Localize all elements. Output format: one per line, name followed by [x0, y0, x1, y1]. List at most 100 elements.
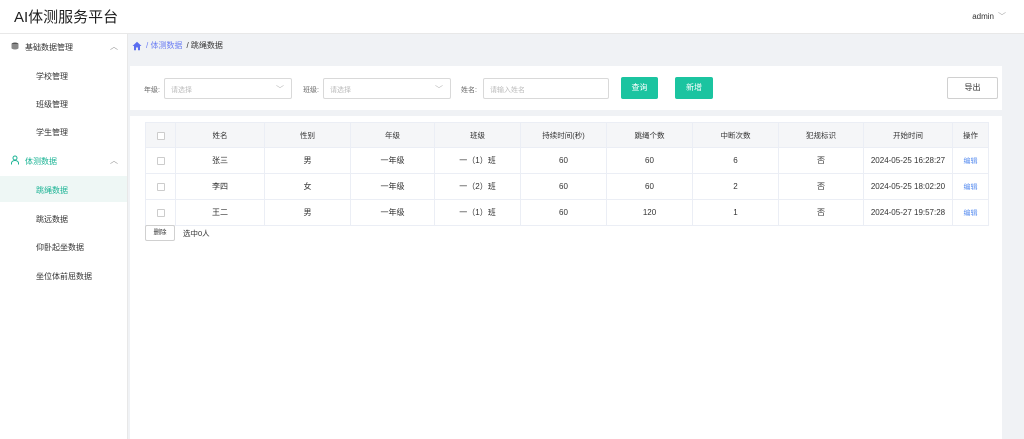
chevron-down-icon: ﹀ — [435, 85, 443, 94]
cell-name: 李四 — [175, 173, 265, 200]
sidebar-group-label: 体测数据 — [25, 157, 57, 166]
chevron-down-icon: ﹀ — [998, 12, 1006, 21]
cell-duration: 60 — [520, 199, 607, 226]
sidebar-item-label: 跳远数据 — [36, 215, 68, 224]
class-label: 班级: — [303, 87, 319, 94]
column-header: 持续时间(秒) — [520, 122, 607, 148]
grade-select[interactable]: 请选择 ﹀ — [164, 78, 292, 99]
column-header: 性别 — [264, 122, 351, 148]
column-header: 中断次数 — [692, 122, 779, 148]
cell-class: 一（1）班 — [434, 147, 521, 174]
cell-start-time: 2024-05-27 19:57:28 — [863, 199, 953, 226]
row-select-cell — [145, 147, 176, 174]
select-all-cell — [145, 122, 176, 148]
cell-gender: 男 — [264, 199, 351, 226]
row-checkbox[interactable] — [156, 156, 165, 165]
cell-jump-count: 60 — [606, 147, 693, 174]
cell-interruptions: 1 — [692, 199, 779, 226]
name-placeholder: 请输入姓名 — [490, 87, 525, 94]
sidebar-item-long-jump[interactable]: 跳远数据 — [0, 205, 127, 231]
column-header: 年级 — [350, 122, 435, 148]
search-panel: 年级: 请选择 ﹀ 班级: 请选择 ﹀ 姓名: 请输入姓名 查询 新增 导出 — [130, 66, 1002, 110]
grade-label: 年级: — [144, 87, 160, 94]
cell-name: 王二 — [175, 199, 265, 226]
column-header: 班级 — [434, 122, 521, 148]
cell-name: 张三 — [175, 147, 265, 174]
top-header: AI体测服务平台 admin ﹀ — [0, 0, 1024, 34]
sidebar-item-label: 坐位体前屈数据 — [36, 272, 92, 281]
sidebar-group-fitness-data[interactable]: 体测数据 ︿ — [0, 149, 128, 173]
sidebar-group-label: 基础数据管理 — [25, 43, 73, 52]
table-row: 张三 男 一年级 一（1）班 60 60 6 否 2024-05-25 16:2… — [145, 147, 989, 174]
table-footer: 删除 选中0人 — [145, 225, 210, 241]
breadcrumb-current: / 跳绳数据 — [186, 41, 223, 50]
column-header: 开始时间 — [863, 122, 953, 148]
table-header-row: 姓名 性别 年级 班级 持续时间(秒) 跳绳个数 中断次数 犯规标识 开始时间 … — [145, 122, 989, 148]
name-input[interactable]: 请输入姓名 — [483, 78, 609, 99]
delete-button[interactable]: 删除 — [145, 225, 175, 241]
table-row: 李四 女 一年级 一（2）班 60 60 2 否 2024-05-25 18:0… — [145, 173, 989, 200]
sidebar-item-sit-ups[interactable]: 仰卧起坐数据 — [0, 233, 127, 259]
column-header: 姓名 — [175, 122, 265, 148]
cell-jump-count: 60 — [606, 173, 693, 200]
data-table: 姓名 性别 年级 班级 持续时间(秒) 跳绳个数 中断次数 犯规标识 开始时间 … — [145, 122, 989, 226]
chevron-down-icon: ﹀ — [276, 85, 284, 94]
sidebar-item-label: 仰卧起坐数据 — [36, 243, 84, 252]
cell-jump-count: 120 — [606, 199, 693, 226]
row-select-cell — [145, 199, 176, 226]
sidebar-item-student[interactable]: 学生管理 — [0, 118, 127, 144]
cell-foul: 否 — [778, 199, 864, 226]
add-button[interactable]: 新增 — [675, 77, 713, 99]
select-all-checkbox[interactable] — [156, 131, 165, 140]
sidebar-item-label: 班级管理 — [36, 100, 68, 109]
query-button[interactable]: 查询 — [621, 77, 658, 99]
cell-duration: 60 — [520, 173, 607, 200]
page-scrollbar[interactable] — [1014, 34, 1024, 439]
database-icon — [11, 42, 19, 50]
row-checkbox[interactable] — [156, 182, 165, 191]
cell-foul: 否 — [778, 173, 864, 200]
export-button[interactable]: 导出 — [947, 77, 998, 99]
cell-foul: 否 — [778, 147, 864, 174]
column-header: 操作 — [952, 122, 989, 148]
cell-class: 一（2）班 — [434, 173, 521, 200]
cell-start-time: 2024-05-25 18:02:20 — [863, 173, 953, 200]
class-placeholder: 请选择 — [330, 87, 351, 94]
home-icon[interactable] — [132, 41, 142, 51]
username: admin — [972, 12, 994, 21]
cell-gender: 男 — [264, 147, 351, 174]
selected-count: 选中0人 — [183, 228, 210, 238]
cell-duration: 60 — [520, 147, 607, 174]
user-menu[interactable]: admin ﹀ — [972, 11, 1006, 22]
sidebar-item-jump-rope[interactable]: 跳绳数据 — [0, 176, 127, 202]
main-content: / 体测数据 / 跳绳数据 年级: 请选择 ﹀ 班级: 请选择 ﹀ 姓名: 请输… — [128, 34, 1014, 439]
grade-placeholder: 请选择 — [171, 87, 192, 94]
sidebar: 基础数据管理 ︿ 学校管理 班级管理 学生管理 体测数据 ︿ 跳绳数据 跳远数据… — [0, 34, 128, 439]
person-icon — [11, 155, 19, 165]
table-row: 王二 男 一年级 一（1）班 60 120 1 否 2024-05-27 19:… — [145, 199, 989, 226]
sidebar-item-label: 跳绳数据 — [36, 186, 68, 195]
chevron-up-icon: ︿ — [110, 156, 118, 165]
cell-actions: 编辑 — [952, 173, 989, 200]
cell-grade: 一年级 — [350, 173, 435, 200]
sidebar-item-school[interactable]: 学校管理 — [0, 62, 127, 88]
column-header: 犯规标识 — [778, 122, 864, 148]
edit-link[interactable]: 编辑 — [964, 210, 978, 217]
breadcrumb: / 体测数据 / 跳绳数据 — [132, 40, 223, 51]
breadcrumb-parent[interactable]: / 体测数据 — [146, 40, 182, 51]
sidebar-item-class[interactable]: 班级管理 — [0, 90, 127, 116]
cell-actions: 编辑 — [952, 147, 989, 174]
class-select[interactable]: 请选择 ﹀ — [323, 78, 451, 99]
cell-grade: 一年级 — [350, 147, 435, 174]
row-select-cell — [145, 173, 176, 200]
cell-gender: 女 — [264, 173, 351, 200]
edit-link[interactable]: 编辑 — [964, 158, 978, 165]
row-checkbox[interactable] — [156, 208, 165, 217]
name-label: 姓名: — [461, 87, 477, 94]
sidebar-group-basic-data[interactable]: 基础数据管理 ︿ — [0, 35, 128, 59]
cell-class: 一（1）班 — [434, 199, 521, 226]
sidebar-item-label: 学校管理 — [36, 72, 68, 81]
table-panel: 姓名 性别 年级 班级 持续时间(秒) 跳绳个数 中断次数 犯规标识 开始时间 … — [130, 116, 1002, 439]
edit-link[interactable]: 编辑 — [964, 184, 978, 191]
sidebar-item-sit-and-reach[interactable]: 坐位体前屈数据 — [0, 262, 127, 288]
